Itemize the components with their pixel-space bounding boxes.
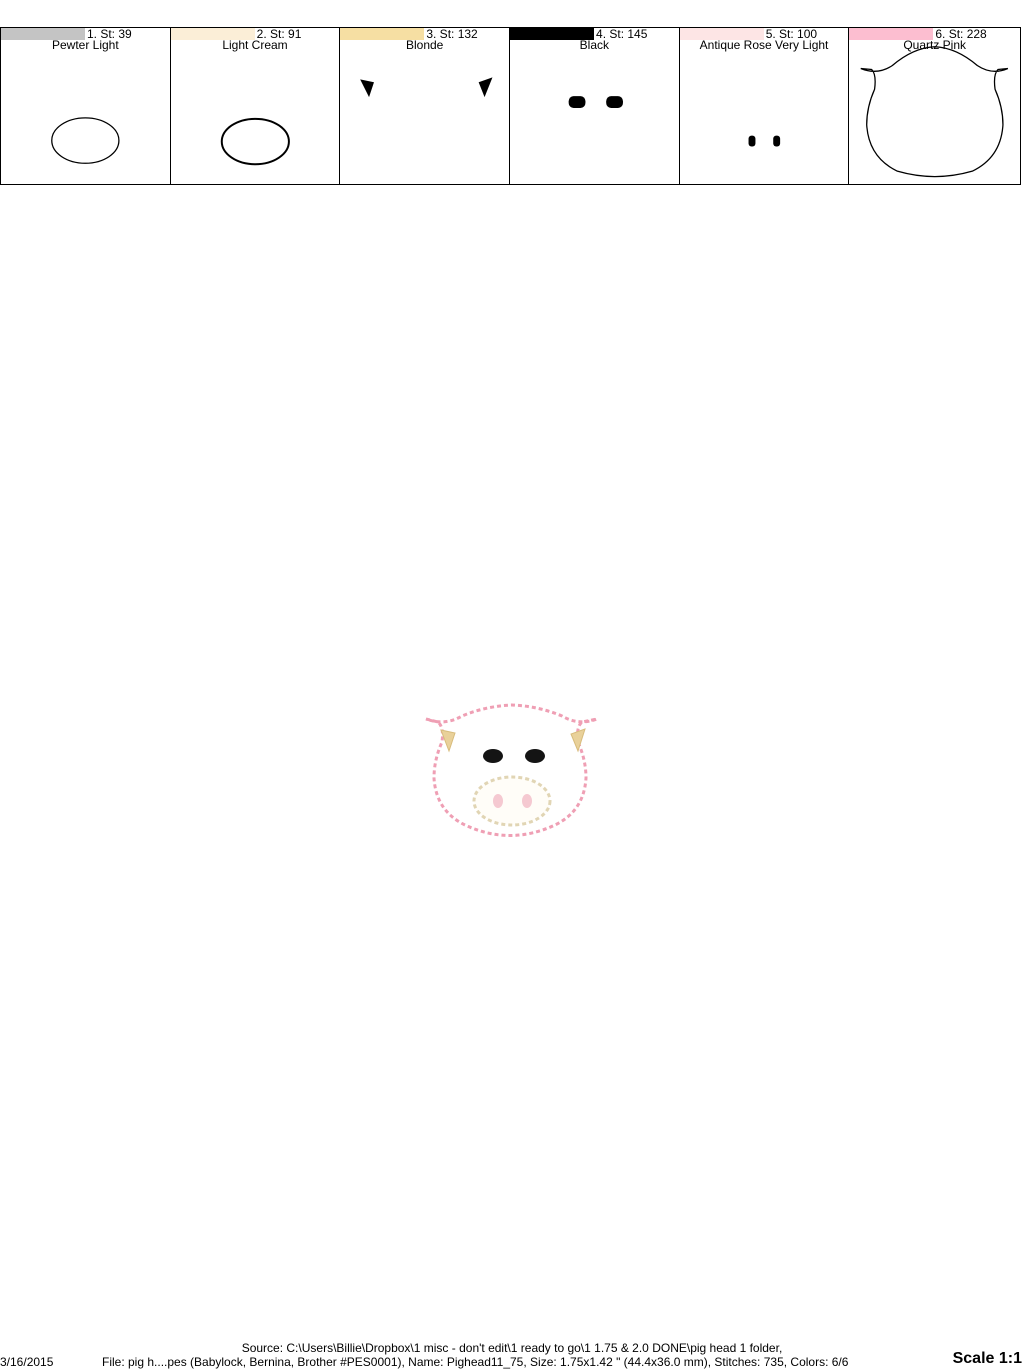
nostrils-preview [748, 135, 780, 147]
color-cell-6: 6. St: 228 Quartz Pink [849, 28, 1020, 184]
pig-head-embroidery [425, 703, 598, 837]
color-cell-5: 5. St: 100 Antique Rose Very Light [679, 28, 850, 184]
scale-text: Scale 1:1 [952, 1350, 1022, 1367]
date-text: 3/16/2015 [0, 1355, 54, 1369]
design-preview-canvas [425, 703, 598, 837]
snout-fill-preview [220, 117, 290, 166]
eyes-preview [568, 96, 623, 108]
inner-ears-preview [360, 77, 493, 98]
file-info-text: File: pig h....pes (Babylock, Bernina, B… [102, 1355, 849, 1369]
color-sequence-strip: 1. St: 39 Pewter Light 2. St: 91 Light C… [0, 27, 1021, 185]
head-outline-preview [860, 46, 1009, 178]
info-footer: Source: C:\Users\Billie\Dropbox\1 misc -… [0, 1340, 1024, 1370]
color-cell-2: 2. St: 91 Light Cream [170, 28, 341, 184]
color-cell-3: 3. St: 132 Blonde [340, 28, 511, 184]
snout-outline-preview [51, 117, 120, 164]
color-cell-4: 4. St: 145 Black [510, 28, 680, 184]
source-path-text: Source: C:\Users\Billie\Dropbox\1 misc -… [241, 1341, 783, 1355]
color-cell-1: 1. St: 39 Pewter Light [1, 28, 171, 184]
